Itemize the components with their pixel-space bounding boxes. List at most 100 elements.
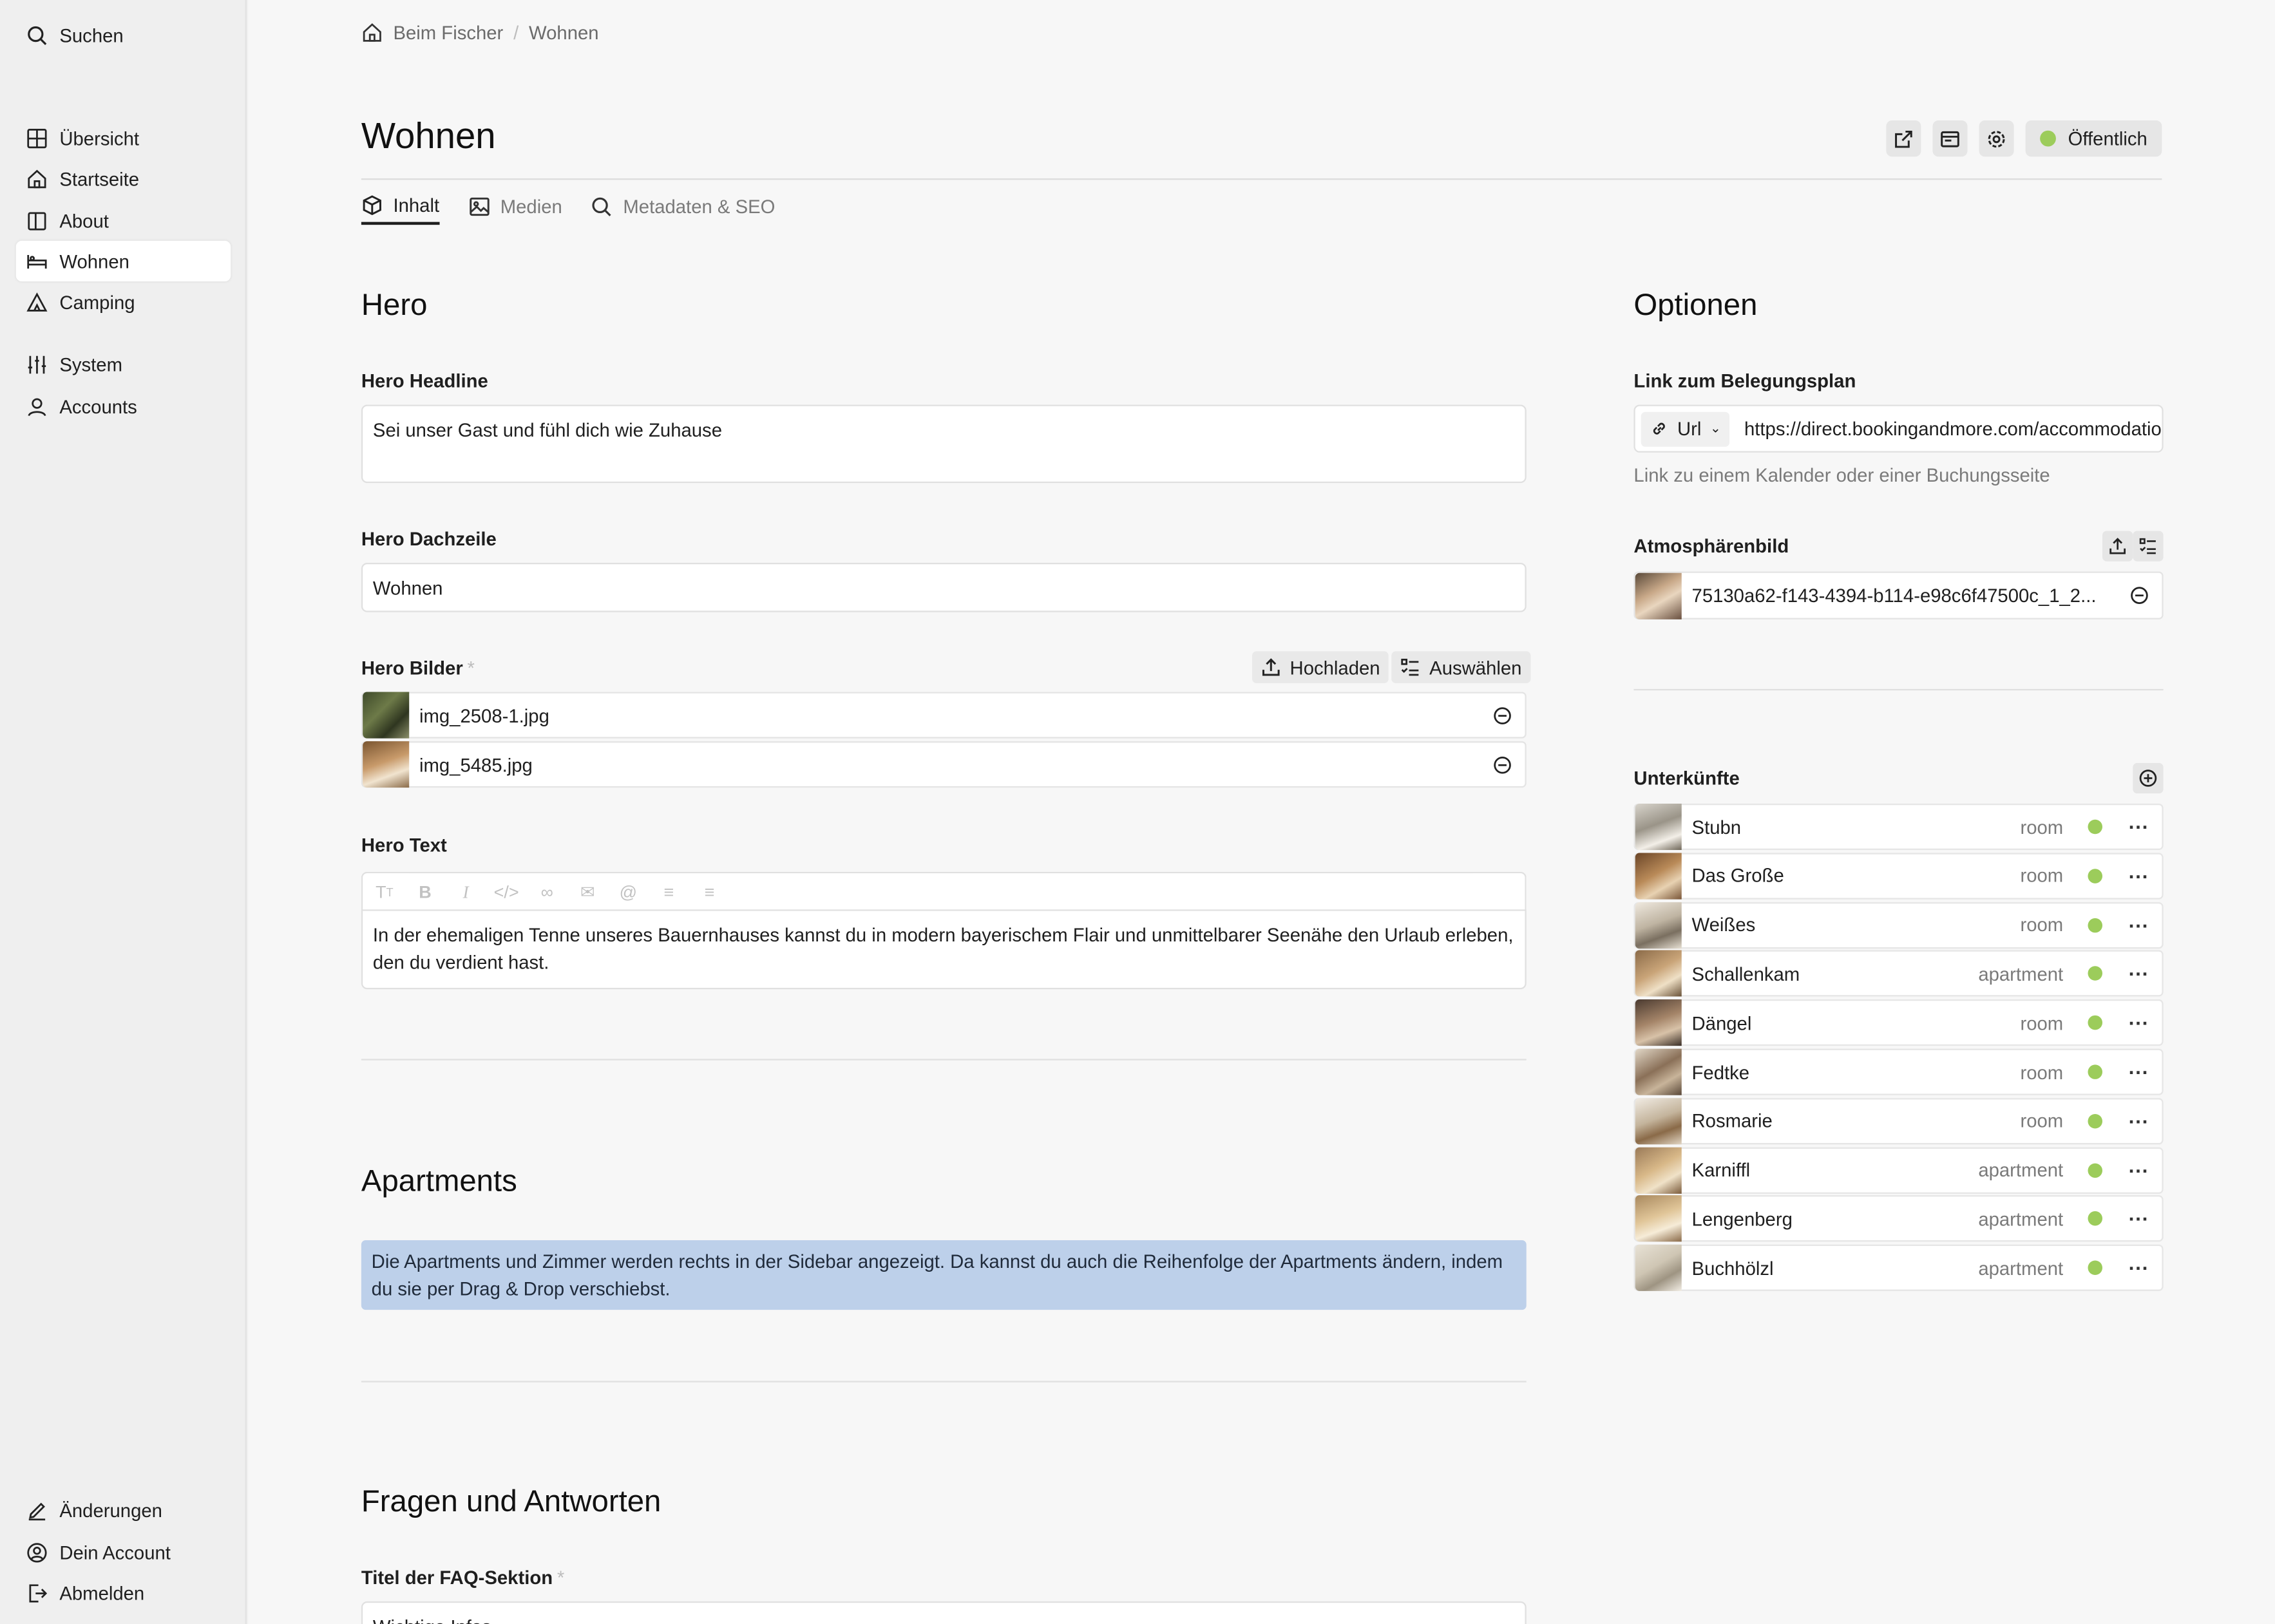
accommodation-row[interactable]: Fedtke room ··· [1633,1048,2164,1095]
more-options-icon[interactable]: ··· [2129,1258,2149,1278]
sidebar-item-wohnen[interactable]: Wohnen [15,240,231,282]
status-dot [2088,967,2103,981]
accommodation-row[interactable]: Lengenberg apartment ··· [1633,1196,2164,1243]
settings-button[interactable] [1979,120,2015,157]
sidebar-item-aenderungen[interactable]: Änderungen [16,1489,231,1530]
atmosphere-image-row[interactable]: 75130a62-f143-4394-b114-e98c6f47500c_1_2… [1633,571,2164,619]
open-external-button[interactable] [1887,120,1922,157]
tab-medien[interactable]: Medien [468,190,562,225]
sidebar-search[interactable]: Suchen [16,15,231,55]
sidebar-item-system[interactable]: System [16,344,231,384]
bold-icon[interactable]: B [414,880,437,903]
accommodation-type: room [2020,1061,2064,1083]
status-dot [2088,819,2103,835]
status-button[interactable]: Öffentlich [2026,120,2162,157]
status-dot [2088,1260,2103,1276]
attachment-icon[interactable]: @ [616,880,640,903]
accommodation-row[interactable]: Karniffl apartment ··· [1633,1146,2164,1193]
hero-headline-input[interactable]: Sei unser Gast und fühl dich wie Zuhause [361,404,1527,484]
breadcrumb-current: Wohnen [529,21,599,44]
sidebar-item-abmelden[interactable]: Abmelden [16,1572,231,1613]
status-dot [2088,1211,2103,1227]
hero-dachzeile-label: Hero Dachzeile [361,527,497,550]
more-options-icon[interactable]: ··· [2129,1013,2149,1034]
grid-icon [27,127,47,148]
hero-bilder-label-text: Hero Bilder [361,657,463,679]
home-icon[interactable] [361,22,383,44]
image-thumbnail [1635,1097,1682,1144]
tab-inhalt[interactable]: Inhalt [361,190,440,225]
remove-icon[interactable] [1493,755,1512,773]
faq-title-input[interactable]: Wichtige Infos [361,1601,1527,1624]
hero-text-editor[interactable]: In der ehemaligen Tenne unseres Bauernha… [361,909,1527,990]
accommodation-row[interactable]: Stubn room ··· [1633,803,2164,851]
accommodation-row[interactable]: Dängel room ··· [1633,999,2164,1046]
status-dot [2040,130,2057,147]
accommodation-row[interactable]: Buchhölzl apartment ··· [1633,1245,2164,1292]
more-options-icon[interactable]: ··· [2129,964,2149,985]
link-field[interactable]: Url ⌄ https://direct.bookingandmore.com/… [1633,404,2164,453]
more-options-icon[interactable]: ··· [2129,1160,2149,1180]
atmosphere-upload-button[interactable] [2102,531,2133,562]
sidebar-item-label: Abmelden [59,1582,145,1604]
options-heading: Optionen [1633,288,1758,323]
accommodation-row[interactable]: Das Große room ··· [1633,853,2164,900]
more-options-icon[interactable]: ··· [2129,1062,2149,1082]
hero-image-row[interactable]: img_5485.jpg [361,741,1527,788]
ordered-list-icon[interactable]: ≡ [698,880,721,903]
text-size-icon[interactable]: TT [373,880,396,903]
preview-button[interactable] [1933,120,1968,157]
remove-icon[interactable] [2130,586,2149,605]
section-divider [361,1381,1527,1383]
sidebar-item-startseite[interactable]: Startseite [16,158,231,199]
select-button-label: Auswählen [1429,656,1522,679]
hero-image-row[interactable]: img_2508-1.jpg [361,692,1527,739]
more-options-icon[interactable]: ··· [2129,1209,2149,1229]
user-icon [28,397,46,416]
upload-button[interactable]: Hochladen [1252,651,1389,683]
section-divider [361,1059,1527,1061]
logout-icon [29,1583,48,1602]
sliders-icon [28,355,46,373]
apartments-info-box: Die Apartments und Zimmer werden rechts … [361,1240,1527,1310]
atmosphere-select-button[interactable] [2133,531,2164,562]
status-dot [2088,1064,2103,1079]
remove-icon[interactable] [1493,706,1512,724]
more-options-icon[interactable]: ··· [2129,1111,2149,1131]
checklist-icon [1401,658,1419,676]
sidebar-item-about[interactable]: About [16,200,231,241]
more-options-icon[interactable]: ··· [2129,865,2149,886]
sidebar-item-dein-account[interactable]: Dein Account [16,1532,231,1572]
image-thumbnail [1635,1146,1682,1193]
bullet-list-icon[interactable]: ≡ [657,880,680,903]
status-label: Öffentlich [2068,127,2147,150]
tab-metadaten-seo[interactable]: Metadaten & SEO [591,190,775,225]
accommodation-row[interactable]: Rosmarie room ··· [1633,1097,2164,1144]
link-icon[interactable]: ∞ [535,880,558,903]
tent-icon [26,291,48,311]
accommodation-type: room [2020,1109,2064,1132]
more-options-icon[interactable]: ··· [2129,817,2149,837]
accommodation-row[interactable]: Weißes room ··· [1633,902,2164,949]
link-type-label: Url [1677,417,1702,440]
link-url-input[interactable]: https://direct.bookingandmore.com/accomm… [1744,418,2162,440]
more-options-icon[interactable]: ··· [2129,914,2149,935]
breadcrumb-home[interactable]: Beim Fischer [393,22,503,44]
link-type-select[interactable]: Url ⌄ [1641,411,1730,446]
italic-icon[interactable]: I [454,880,477,903]
image-thumbnail [363,692,410,739]
add-accommodation-button[interactable] [2133,762,2164,794]
accommodation-row[interactable]: Schallenkam apartment ··· [1633,950,2164,997]
sidebar-item-uebersicht[interactable]: Übersicht [16,117,231,158]
mail-icon[interactable]: ✉ [576,880,599,903]
sidebar-item-camping[interactable]: Camping [16,281,231,322]
required-marker: * [557,1566,565,1589]
code-icon[interactable]: </> [494,880,519,903]
hero-dachzeile-input[interactable]: Wohnen [361,563,1527,612]
select-button[interactable]: Auswählen [1391,651,1530,683]
sidebar-item-accounts[interactable]: Accounts [16,386,231,426]
file-name: img_5485.jpg [419,753,533,776]
breadcrumb-separator: / [513,21,519,44]
accommodation-name: Rosmarie [1691,1109,1773,1132]
hero-bilder-actions: Hochladen Auswählen [1252,651,1530,683]
